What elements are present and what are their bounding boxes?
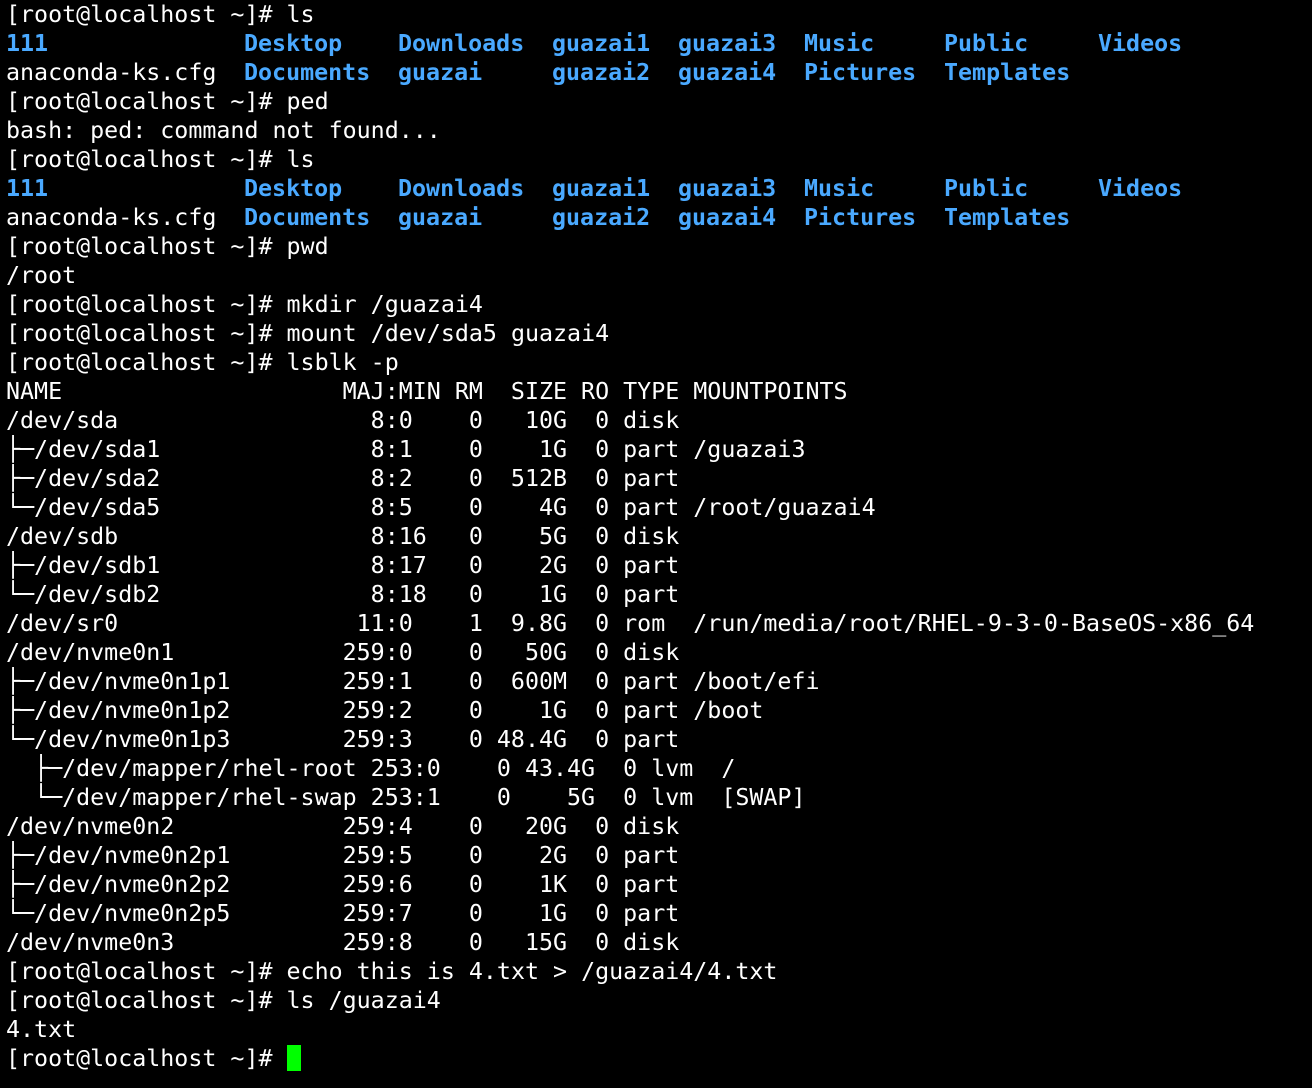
prompt: [root@localhost ~]# xyxy=(6,146,287,173)
directory-entry: Templates xyxy=(944,59,1071,86)
directory-entry: guazai3 xyxy=(678,30,777,57)
lsblk-row: /dev/nvme0n3 259:8 0 15G 0 disk xyxy=(6,929,680,956)
directory-entry: guazai4 xyxy=(678,59,777,86)
lsblk-row: ├─/dev/sdb1 8:17 0 2G 0 part xyxy=(6,552,680,579)
directory-entry: 111 xyxy=(6,175,49,202)
command-text: pwd xyxy=(286,233,329,260)
directory-entry: Music xyxy=(804,175,875,202)
lsblk-row: ├─/dev/nvme0n2p2 259:6 0 1K 0 part xyxy=(6,871,680,898)
lsblk-row: ├─/dev/sda1 8:1 0 1G 0 part /guazai3 xyxy=(6,436,806,463)
prompt-line: [root@localhost ~]# mkdir /guazai4 xyxy=(6,290,1312,319)
command-text: echo this is 4.txt > /guazai4/4.txt xyxy=(286,958,778,985)
prompt-line: [root@localhost ~]# echo this is 4.txt >… xyxy=(6,957,1312,986)
ls-output-row: anaconda-ks.cfg Documents guazai guazai2 gua… xyxy=(6,58,1312,87)
prompt: [root@localhost ~]# xyxy=(6,88,287,115)
lsblk-row: ├─/dev/nvme0n2p1 259:5 0 2G 0 part xyxy=(6,842,680,869)
directory-entry: guazai xyxy=(398,59,483,86)
directory-entry: Public xyxy=(944,175,1029,202)
prompt: [root@localhost ~]# xyxy=(6,291,287,318)
lsblk-row: └─/dev/nvme0n2p5 259:7 0 1G 0 part xyxy=(6,900,680,927)
prompt-line: [root@localhost ~]# mount /dev/sda5 guaz… xyxy=(6,319,1312,348)
prompt-line: [root@localhost ~]# ls xyxy=(6,0,1312,29)
active-prompt-line[interactable]: [root@localhost ~]# xyxy=(6,1044,1312,1073)
command-text: ped xyxy=(286,88,329,115)
prompt: [root@localhost ~]# xyxy=(6,233,287,260)
error-output: bash: ped: command not found... xyxy=(6,117,441,144)
terminal-window[interactable]: [root@localhost ~]# ls 111 Desktop Downloa… xyxy=(0,0,1312,1088)
directory-entry: Desktop xyxy=(244,175,343,202)
lsblk-row: ├─/dev/nvme0n1p2 259:2 0 1G 0 part /boot xyxy=(6,697,764,724)
prompt: [root@localhost ~]# xyxy=(6,1,287,28)
lsblk-row: ├─/dev/mapper/rhel-root 253:0 0 43.4G 0 … xyxy=(6,755,736,782)
lsblk-row: ├─/dev/sda2 8:2 0 512B 0 part xyxy=(6,465,680,492)
directory-entry: Videos xyxy=(1098,30,1183,57)
lsblk-row: /dev/sdb 8:16 0 5G 0 disk xyxy=(6,523,680,550)
directory-entry: Downloads xyxy=(398,175,525,202)
directory-entry: Music xyxy=(804,30,875,57)
prompt: [root@localhost ~]# xyxy=(6,320,287,347)
directory-entry: guazai2 xyxy=(552,204,651,231)
ls-output-row: 111 Desktop Downloads guazai1 guazai3 Music Pu… xyxy=(6,29,1312,58)
directory-entry: guazai1 xyxy=(552,175,651,202)
prompt-line: [root@localhost ~]# ls /guazai4 xyxy=(6,986,1312,1015)
command-text: ls /guazai4 xyxy=(286,987,441,1014)
directory-entry: guazai2 xyxy=(552,59,651,86)
directory-entry: guazai xyxy=(398,204,483,231)
lsblk-row: /dev/sda 8:0 0 10G 0 disk xyxy=(6,407,680,434)
directory-entry: guazai1 xyxy=(552,30,651,57)
prompt: [root@localhost ~]# xyxy=(6,1045,287,1072)
prompt: [root@localhost ~]# xyxy=(6,958,287,985)
prompt-line: [root@localhost ~]# ls xyxy=(6,145,1312,174)
prompt-line: [root@localhost ~]# lsblk -p xyxy=(6,348,1312,377)
directory-entry: guazai3 xyxy=(678,175,777,202)
command-text: mkdir /guazai4 xyxy=(286,291,483,318)
directory-entry: Desktop xyxy=(244,30,343,57)
directory-entry: Downloads xyxy=(398,30,525,57)
lsblk-row: └─/dev/sdb2 8:18 0 1G 0 part xyxy=(6,581,680,608)
directory-entry: Videos xyxy=(1098,175,1183,202)
text-cursor xyxy=(286,1045,301,1071)
lsblk-row: └─/dev/sda5 8:5 0 4G 0 part /root/guazai… xyxy=(6,494,876,521)
command-text: mount /dev/sda5 guazai4 xyxy=(286,320,610,347)
command-text: ls xyxy=(286,146,315,173)
lsblk-row: └─/dev/nvme0n1p3 259:3 0 48.4G 0 part xyxy=(6,726,680,753)
directory-entry: Templates xyxy=(944,204,1071,231)
prompt-line: [root@localhost ~]# pwd xyxy=(6,232,1312,261)
lsblk-header: NAME MAJ:MIN RM SIZE RO TYPE MOUNTPOINTS xyxy=(6,378,848,405)
ls-output-row: 111 Desktop Downloads guazai1 guazai3 Music Pu… xyxy=(6,174,1312,203)
lsblk-row: /dev/nvme0n1 259:0 0 50G 0 disk xyxy=(6,639,680,666)
prompt-line: [root@localhost ~]# ped xyxy=(6,87,1312,116)
directory-entry: Pictures xyxy=(804,204,917,231)
lsblk-row: /dev/sr0 11:0 1 9.8G 0 rom /run/media/ro… xyxy=(6,610,1255,637)
directory-entry: Pictures xyxy=(804,59,917,86)
ls-output-row: anaconda-ks.cfg Documents guazai guazai2 gua… xyxy=(6,203,1312,232)
command-output: /root xyxy=(6,262,77,289)
prompt: [root@localhost ~]# xyxy=(6,349,287,376)
command-output: 4.txt xyxy=(6,1016,77,1043)
file-entry: anaconda-ks.cfg xyxy=(6,204,217,231)
directory-entry: Documents xyxy=(244,204,371,231)
command-text: lsblk -p xyxy=(286,349,399,376)
directory-entry: Public xyxy=(944,30,1029,57)
command-text: ls xyxy=(286,1,315,28)
directory-entry: Documents xyxy=(244,59,371,86)
prompt: [root@localhost ~]# xyxy=(6,987,287,1014)
lsblk-row: ├─/dev/nvme0n1p1 259:1 0 600M 0 part /bo… xyxy=(6,668,820,695)
directory-entry: guazai4 xyxy=(678,204,777,231)
directory-entry: 111 xyxy=(6,30,49,57)
lsblk-row: └─/dev/mapper/rhel-swap 253:1 0 5G 0 lvm… xyxy=(6,784,806,811)
file-entry: anaconda-ks.cfg xyxy=(6,59,217,86)
lsblk-row: /dev/nvme0n2 259:4 0 20G 0 disk xyxy=(6,813,680,840)
